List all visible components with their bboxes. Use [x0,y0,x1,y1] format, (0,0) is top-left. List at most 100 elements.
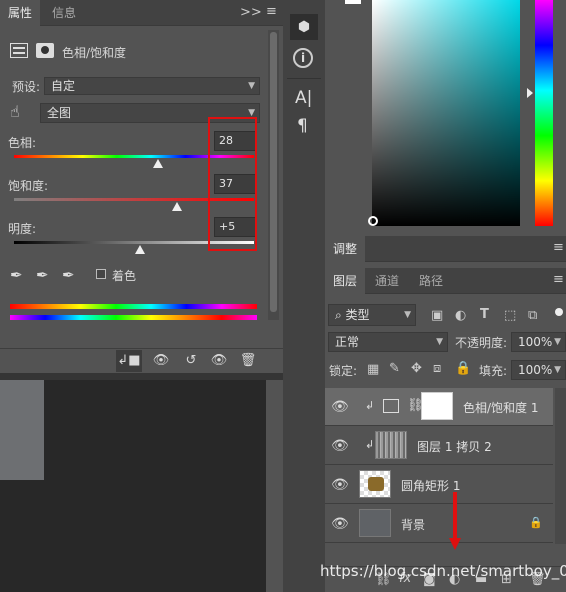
layer-thumbnail[interactable] [359,509,391,537]
opacity-value: 100% [518,335,553,349]
visibility-eye-icon[interactable]: 👁 [206,350,232,372]
filter-type-icon[interactable]: T [480,307,489,322]
canvas-top-bar [0,373,283,380]
layers-area: 调整 ≡ 图层 通道 路径 ≡ ⌕ 类型 ▼ ▣ ◐ T ⬚ ⧉ 正常 ▼ 不透… [325,236,566,592]
layer-row-hue-saturation[interactable]: 👁 ↲ ⛓ 色相/饱和度 1 [325,388,553,426]
clip-indicator-icon: ↲ [365,438,375,451]
lock-transparent-icon[interactable]: ▦ [367,362,379,377]
panel-dock-strip: ⬢ i A| ¶ [283,0,325,592]
layer-name: 色相/饱和度 1 [463,401,539,415]
lock-all-icon[interactable]: 🔒 [455,361,471,376]
tab-adjustments[interactable]: 调整 [325,236,366,262]
filter-shape-icon[interactable]: ⬚ [504,308,516,323]
layers-scrollbar[interactable] [555,388,566,544]
lightness-slider-thumb[interactable] [135,245,145,254]
trash-icon[interactable]: 🗑 [235,350,261,372]
eyedropper-minus-icon[interactable]: ✒ [62,266,75,284]
fill-field[interactable]: 100% ▼ [511,360,566,380]
layer-row-background[interactable]: 👁 背景 🔒 [325,505,553,543]
saturation-label: 饱和度: [8,179,49,193]
eyedropper-plus-icon[interactable]: ✒ [36,266,49,284]
filter-pixel-icon[interactable]: ▣ [431,308,443,323]
info-icon[interactable]: i [293,48,313,68]
adjustments-tab-bar: 调整 ≡ [325,236,566,262]
channel-value: 全图 [47,106,72,120]
dock-divider [287,78,321,79]
layers-tab-bar: 图层 通道 路径 ≡ [325,268,566,294]
shape-layer-thumbnail[interactable] [359,470,391,498]
opacity-field[interactable]: 100% ▼ [511,332,566,352]
search-icon: ⌕ [335,308,346,322]
hamburger-menu-icon[interactable]: ≡ [553,272,564,287]
character-panel-icon[interactable]: A| [295,88,312,108]
output-color-bar [10,315,257,320]
chevron-down-icon: ▼ [554,365,561,375]
visibility-eye-icon[interactable]: 👁 [331,399,349,415]
color-picker-circle[interactable] [368,216,378,226]
hue-strip-marker[interactable] [527,88,533,98]
lock-artboard-icon[interactable]: ⧈ [433,361,441,376]
hue-strip[interactable] [535,0,553,226]
colorize-checkbox[interactable] [96,269,106,279]
layer-mask-icon[interactable] [36,43,54,58]
properties-scrollbar[interactable] [268,30,279,320]
filter-toggle-icon[interactable] [555,308,563,316]
input-color-bar [10,304,257,309]
annotation-arrow-head [449,538,461,550]
hand-target-icon[interactable]: ☝ [10,102,20,121]
filter-smartobject-icon[interactable]: ⧉ [528,308,537,323]
adjustment-layer-icon [383,399,399,413]
properties-tab-bar: 属性 信息 >> ≡ [0,0,283,26]
adjustment-layer-icon [10,43,28,58]
lock-icon: 🔒 [529,516,543,529]
3d-cube-icon[interactable]: ⬢ [290,14,318,40]
colorize-label: 着色 [112,269,137,283]
visibility-eye-icon[interactable]: 👁 [331,477,349,493]
foreground-swatch[interactable] [345,0,361,4]
tab-channels[interactable]: 通道 [367,268,407,294]
preset-dropdown[interactable]: 自定 ▼ [44,77,260,95]
filter-value: 类型 [345,308,370,322]
filter-adjustment-icon[interactable]: ◐ [455,308,466,323]
canvas-vertical-scrollbar[interactable] [266,380,283,592]
layer-row-texture-copy[interactable]: 👁 ↲ 图层 1 拷贝 2 [325,427,553,465]
hamburger-menu-icon[interactable]: ≡ [553,240,564,255]
lightness-label: 明度: [8,222,37,236]
layer-filter-dropdown[interactable]: ⌕ 类型 ▼ [328,304,416,326]
hue-slider-thumb[interactable] [153,159,163,168]
preset-label: 预设: [12,80,41,94]
blend-mode-dropdown[interactable]: 正常 ▼ [328,332,448,352]
lock-position-icon[interactable]: ✥ [411,361,422,376]
hamburger-menu-icon[interactable]: ≡ [266,4,277,19]
layer-row-rounded-rect[interactable]: 👁 圆角矩形 1 [325,466,553,504]
double-chevron-right-icon[interactable]: >> [240,5,262,20]
tab-paths[interactable]: 路径 [411,268,451,294]
paragraph-panel-icon[interactable]: ¶ [297,116,308,136]
properties-bottom-toolbar: ↲■ 👁 ↺ 👁 🗑 [0,348,283,372]
view-previous-state-icon[interactable]: 👁 [148,350,174,372]
highlight-box [208,117,257,251]
lock-paint-icon[interactable]: ✎ [389,361,400,376]
tab-properties[interactable]: 属性 [0,0,41,26]
adjustment-title: 色相/饱和度 [62,46,127,60]
tab-layers[interactable]: 图层 [325,268,366,294]
properties-panel: 属性 信息 >> ≡ 色相/饱和度 预设: 自定 ▼ ☝ 全图 ▼ 色相: 28… [0,0,283,373]
saturation-brightness-field[interactable] [372,0,520,226]
eyedropper-icon[interactable]: ✒ [10,266,23,284]
tab-info[interactable]: 信息 [44,0,84,26]
chevron-down-icon: ▼ [404,310,411,320]
clip-to-layer-button[interactable]: ↲■ [116,350,142,372]
visibility-eye-icon[interactable]: 👁 [331,516,349,532]
visibility-eye-icon[interactable]: 👁 [331,438,349,454]
hue-label: 色相: [8,136,37,150]
lock-label: 锁定: [329,364,358,378]
canvas-gray-shape [0,380,44,480]
layer-name: 背景 [401,518,426,532]
layer-mask-thumbnail[interactable] [421,392,453,420]
layer-thumbnail[interactable] [375,431,407,459]
reset-icon[interactable]: ↺ [178,350,204,372]
document-canvas[interactable] [0,373,283,592]
fill-label: 填充: [479,364,508,378]
annotation-arrow-shaft [453,492,457,538]
saturation-slider-thumb[interactable] [172,202,183,211]
